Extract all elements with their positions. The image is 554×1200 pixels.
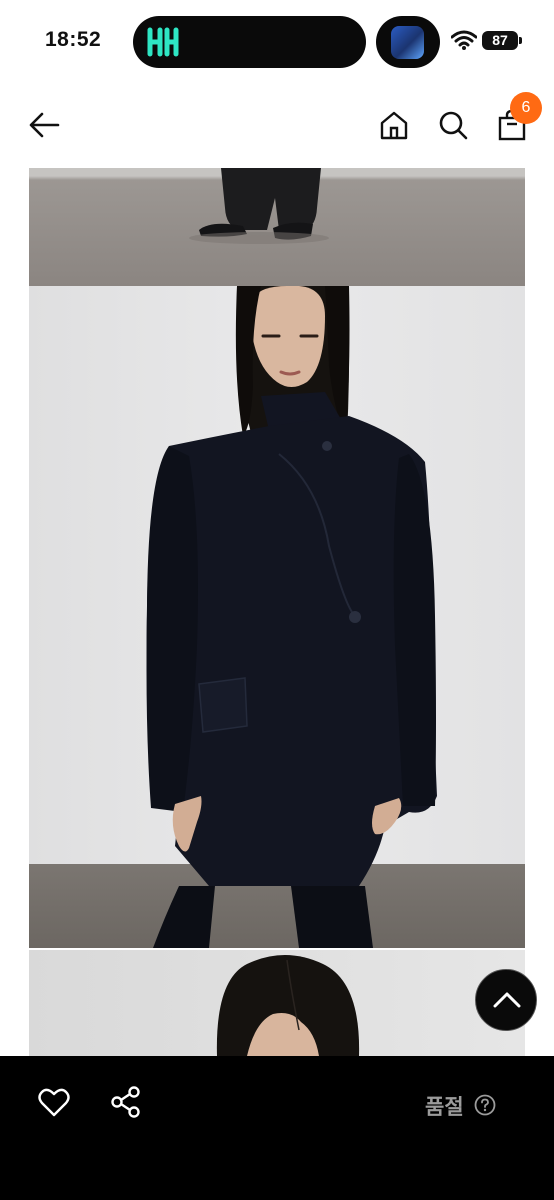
sold-out-label: 품절 xyxy=(425,1096,464,1119)
wifi-icon xyxy=(451,30,477,50)
top-navigation: 6 xyxy=(0,84,554,168)
cart-count-badge: 6 xyxy=(510,92,542,124)
face-closeup-illustration xyxy=(216,955,360,1056)
model-black-coat-photo xyxy=(29,286,525,948)
dynamic-island xyxy=(133,16,366,68)
home-icon[interactable] xyxy=(378,109,410,141)
trousers-illustration xyxy=(189,168,329,244)
status-bar: 18:52 87 xyxy=(0,0,554,84)
model-face-photo xyxy=(29,950,525,1056)
scroll-to-top-button[interactable] xyxy=(475,969,537,1031)
live-activity xyxy=(376,16,440,68)
status-time: 18:52 xyxy=(45,28,102,51)
bottom-action-bar: 품절 xyxy=(0,1056,554,1200)
app-logo-icon xyxy=(147,27,179,57)
battery-icon: 87 xyxy=(482,31,518,50)
battery-nub xyxy=(519,37,522,44)
share-icon[interactable] xyxy=(111,1086,141,1118)
model-illustration xyxy=(146,286,437,948)
app-thumbnail-icon xyxy=(391,26,424,59)
model-shoes-floor-photo xyxy=(29,168,525,286)
help-circle-icon[interactable] xyxy=(474,1094,496,1116)
chevron-up-icon xyxy=(493,992,521,1008)
back-arrow-icon[interactable] xyxy=(28,109,60,141)
heart-icon[interactable] xyxy=(38,1088,70,1118)
search-icon[interactable] xyxy=(437,109,469,141)
